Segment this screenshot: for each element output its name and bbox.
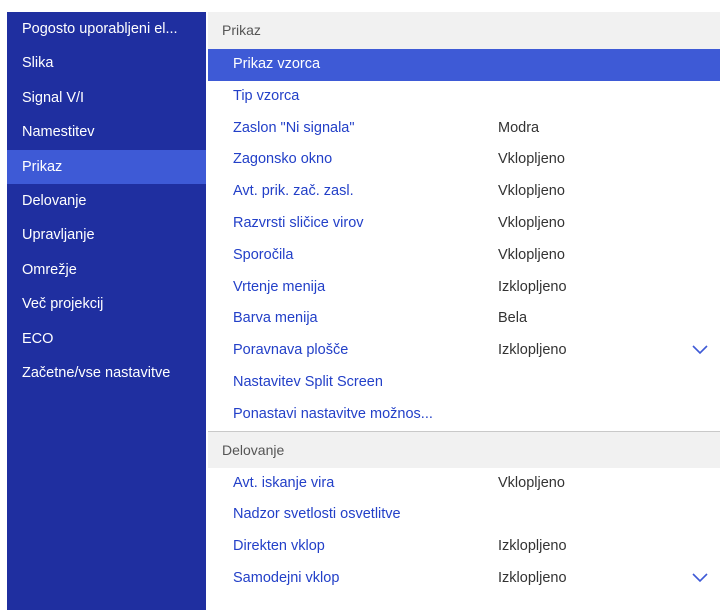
menu-row-label: Nadzor svetlosti osvetlitve: [233, 506, 401, 523]
menu-row-avt-prik-zac-zasl[interactable]: Avt. prik. zač. zasl. Vklopljeno: [208, 176, 720, 208]
menu-row-label: Barva menija: [233, 310, 318, 327]
menu-window: Pogosto uporabljeni el... Slika Signal V/I…: [7, 12, 720, 610]
sidebar-item-pogosto-uporabljeni-el[interactable]: Pogosto uporabljeni el...: [7, 12, 206, 46]
menu-row-value: Modra: [498, 119, 540, 136]
menu-row-value: Vklopljeno: [498, 246, 565, 263]
sidebar-item-slika[interactable]: Slika: [7, 46, 206, 80]
menu-row-value: Izklopljeno: [498, 569, 567, 586]
menu-row-value: Izklopljeno: [498, 538, 567, 555]
section-header-delovanje: Delovanje: [208, 430, 720, 468]
menu-row-ponastavi-nastavitve-moznos[interactable]: Ponastavi nastavitve možnos...: [208, 399, 720, 431]
menu-row-tip-vzorca[interactable]: Tip vzorca: [208, 81, 720, 113]
menu-row-nadzor-svetlosti-osvetlitve[interactable]: Nadzor svetlosti osvetlitve: [208, 499, 720, 531]
sidebar-item-signal-v-i[interactable]: Signal V/I: [7, 81, 206, 115]
menu-row-sporocila[interactable]: Sporočila Vklopljeno: [208, 240, 720, 272]
chevron-down-icon[interactable]: [692, 573, 708, 583]
section-header-prikaz: Prikaz: [208, 12, 720, 49]
menu-row-value: Vklopljeno: [498, 151, 565, 168]
menu-row-label: Vrtenje menija: [233, 278, 326, 295]
menu-row-label: Avt. iskanje vira: [233, 474, 335, 491]
sidebar: Pogosto uporabljeni el... Slika Signal V/I…: [7, 12, 206, 610]
menu-row-label: Direkten vklop: [233, 538, 325, 555]
menu-row-label: Nastavitev Split Screen: [233, 373, 383, 390]
menu-row-razvrsti-slicice-virov[interactable]: Razvrsti sličice virov Vklopljeno: [208, 208, 720, 240]
menu-row-value: Vklopljeno: [498, 474, 565, 491]
menu-row-label: Prikaz vzorca: [233, 56, 321, 72]
menu-row-label: Ponastavi nastavitve možnos...: [233, 405, 433, 422]
menu-row-zagonsko-okno[interactable]: Zagonsko okno Vklopljeno: [208, 144, 720, 176]
menu-row-vrtenje-menija[interactable]: Vrtenje menija Izklopljeno: [208, 272, 720, 304]
menu-row-nastavitev-split-screen[interactable]: Nastavitev Split Screen: [208, 367, 720, 399]
menu-row-label: Avt. prik. zač. zasl.: [233, 183, 354, 200]
sidebar-item-omrezje[interactable]: Omrežje: [7, 253, 206, 287]
menu-row-label: Poravnava plošče: [233, 342, 349, 359]
sidebar-item-namestitev[interactable]: Namestitev: [7, 115, 206, 149]
chevron-down-icon[interactable]: [692, 345, 708, 355]
menu-row-label: Sporočila: [233, 246, 294, 263]
menu-row-zaslon-ni-signala[interactable]: Zaslon "Ni signala" Modra: [208, 113, 720, 145]
menu-row-label: Tip vzorca: [233, 87, 300, 104]
sidebar-item-delovanje[interactable]: Delovanje: [7, 184, 206, 218]
sidebar-item-upravljanje[interactable]: Upravljanje: [7, 218, 206, 252]
menu-row-label: Zagonsko okno: [233, 151, 333, 168]
settings-panel: Prikaz Prikaz vzorca Tip vzorca Zaslon "Ni …: [208, 12, 720, 610]
menu-row-label: Zaslon "Ni signala": [233, 119, 355, 136]
menu-row-poravnava-plosce[interactable]: Poravnava plošče Izklopljeno: [208, 335, 720, 367]
menu-row-avt-iskanje-vira[interactable]: Avt. iskanje vira Vklopljeno: [208, 468, 720, 500]
menu-row-direkten-vklop[interactable]: Direkten vklop Izklopljeno: [208, 531, 720, 563]
menu-row-label: Samodejni vklop: [233, 569, 340, 586]
menu-row-value: Bela: [498, 310, 528, 327]
sidebar-item-vec-projekcij[interactable]: Več projekcij: [7, 287, 206, 321]
menu-row-samodejni-vklop[interactable]: Samodejni vklop Izklopljeno: [208, 563, 720, 595]
sidebar-item-zacetne-vse-nastavitve[interactable]: Začetne/vse nastavitve: [7, 356, 206, 390]
menu-row-value: Izklopljeno: [498, 278, 567, 295]
sidebar-item-prikaz[interactable]: Prikaz: [7, 149, 206, 184]
menu-row-barva-menija[interactable]: Barva menija Bela: [208, 303, 720, 335]
menu-row-value: Vklopljeno: [498, 214, 565, 231]
sidebar-item-eco[interactable]: ECO: [7, 322, 206, 356]
menu-row-label: Razvrsti sličice virov: [233, 214, 364, 231]
menu-row-prikaz-vzorca[interactable]: Prikaz vzorca: [208, 49, 720, 81]
menu-row-value: Izklopljeno: [498, 342, 567, 359]
menu-row-value: Vklopljeno: [498, 183, 565, 200]
